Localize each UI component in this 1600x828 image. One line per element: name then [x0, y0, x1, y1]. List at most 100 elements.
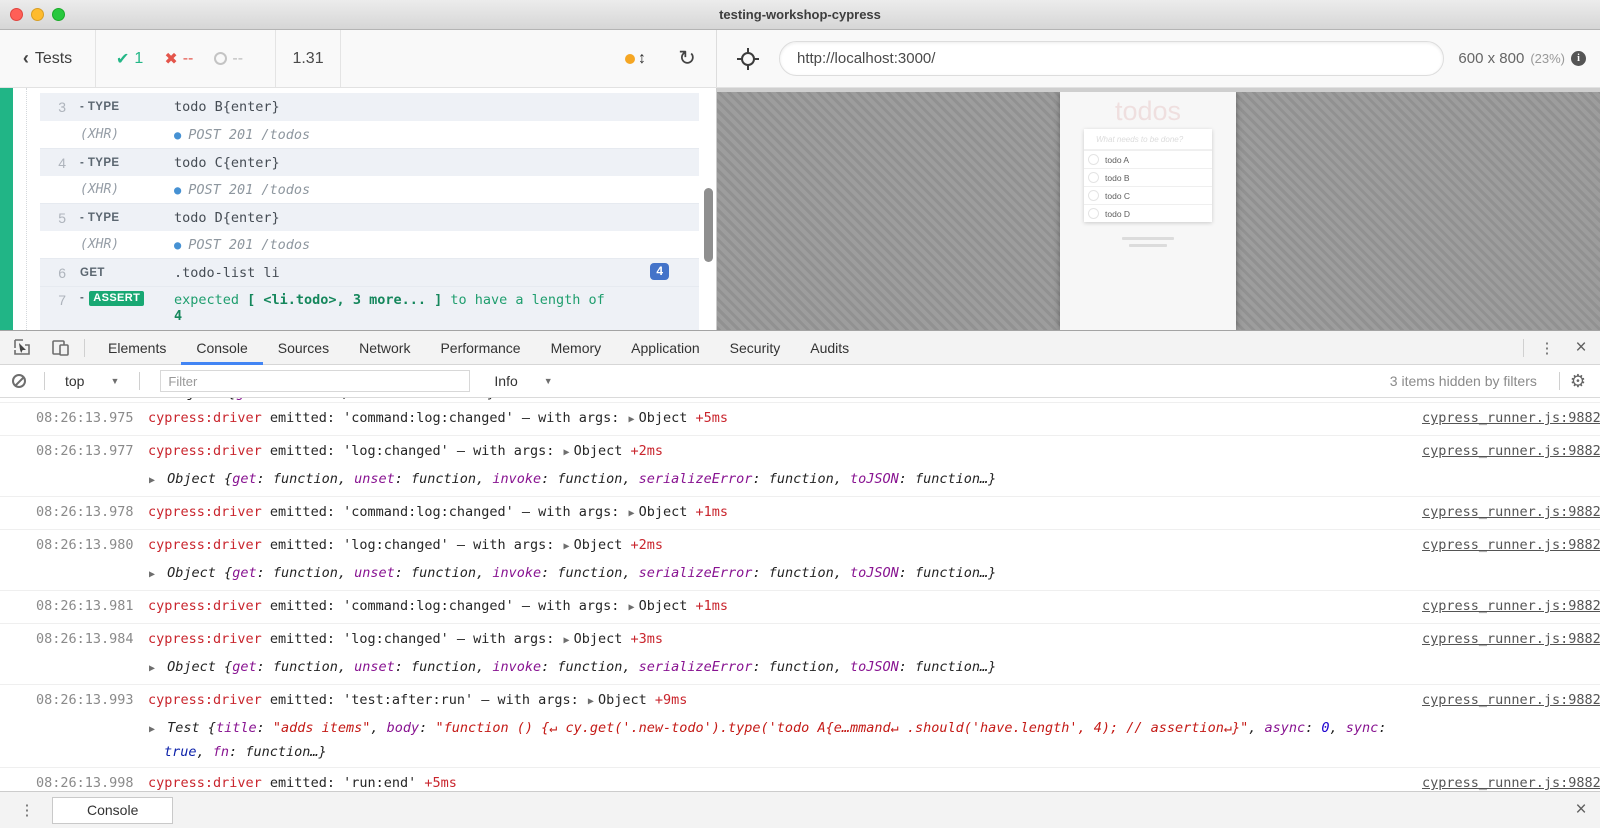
viewport-size: 600 x 800	[1458, 50, 1524, 67]
todo-item[interactable]: todo D	[1084, 204, 1212, 222]
log-message: cypress:driver emitted: 'log:changed' – …	[148, 624, 1412, 656]
device-toolbar-button[interactable]	[44, 335, 76, 361]
log-timestamp: 08:26:13.998	[36, 768, 148, 791]
object-preview[interactable]: ▶ Object {get: function, unset: function…	[148, 656, 1412, 684]
source-link[interactable]: cypress_runner.js:9882	[1422, 497, 1600, 527]
drawer-statusbar: ⋮ Console ×	[0, 791, 1600, 828]
log-row[interactable]: 08:26:13.993 cypress:driver emitted: 'te…	[0, 685, 1600, 768]
xhr-row[interactable]: (XHR) ●POST 201 /todos	[40, 121, 699, 148]
xhr-dot-icon: ●	[174, 238, 181, 252]
command-method: - TYPE	[80, 212, 174, 224]
url-bar[interactable]: http://localhost:3000/	[779, 41, 1444, 76]
log-row[interactable]: 08:26:13.980 cypress:driver emitted: 'lo…	[0, 530, 1600, 591]
command-row-get[interactable]: 6 GET .todo-list li 4	[40, 258, 699, 286]
todo-item[interactable]: todo C	[1084, 186, 1212, 204]
clear-console-icon[interactable]	[12, 374, 26, 388]
command-method: - TYPE	[80, 101, 174, 113]
back-to-tests-label: Tests	[35, 50, 72, 68]
test-passed-bar	[0, 88, 13, 330]
todo-checkbox[interactable]	[1088, 172, 1099, 183]
command-row[interactable]: 4 - TYPE todo C{enter}	[40, 148, 699, 176]
auto-scroll-toggle[interactable]: ↕	[613, 30, 658, 87]
divider	[1523, 339, 1524, 357]
console-settings-gear-icon[interactable]: ⚙	[1570, 371, 1586, 392]
object-preview[interactable]: ▶ Object {get: function, unset: function…	[148, 562, 1412, 590]
back-to-tests-button[interactable]: ‹ Tests	[0, 30, 96, 87]
devtools-close-button[interactable]: ×	[1562, 337, 1600, 359]
drawer-close-button[interactable]: ×	[1562, 799, 1600, 821]
todo-card: What needs to be done? todo A todo B tod…	[1084, 129, 1212, 222]
log-row[interactable]: 08:26:13.998 cypress:driver emitted: 'ru…	[0, 768, 1600, 791]
command-number: 3	[40, 99, 66, 115]
passed-count: 1	[134, 50, 143, 68]
log-row[interactable]: 08:26:13.977 cypress:driver emitted: 'lo…	[0, 436, 1600, 497]
drawer-tab-console[interactable]: Console	[52, 797, 173, 824]
xhr-method: (XHR)	[80, 237, 174, 252]
tab-security[interactable]: Security	[715, 331, 796, 365]
new-todo-input[interactable]: What needs to be done?	[1084, 129, 1212, 150]
todo-checkbox[interactable]	[1088, 190, 1099, 201]
log-message: cypress:driver emitted: 'command:log:cha…	[148, 403, 1412, 435]
todo-item[interactable]: todo B	[1084, 168, 1212, 186]
xhr-row[interactable]: (XHR) ● POST 201 /todos	[40, 231, 699, 258]
command-row[interactable]: 5 - TYPE todo D{enter}	[40, 203, 699, 231]
source-link[interactable]: cypress_runner.js:9882	[1422, 530, 1600, 560]
todo-item[interactable]: todo A	[1084, 150, 1212, 168]
command-method: GET	[80, 267, 174, 279]
tab-elements[interactable]: Elements	[93, 331, 181, 365]
passed-check-icon: ✔	[116, 49, 129, 69]
object-preview[interactable]: ▶ Object {get: function, unset: function…	[148, 468, 1412, 496]
tab-sources[interactable]: Sources	[263, 331, 344, 365]
xhr-row[interactable]: (XHR) ●POST 201 /todos	[40, 176, 699, 203]
viewport-info-icon[interactable]: i	[1571, 51, 1586, 66]
source-link[interactable]: cypress_runner.js:9882	[1422, 768, 1600, 791]
todo-checkbox[interactable]	[1088, 154, 1099, 165]
tab-application[interactable]: Application	[616, 331, 715, 365]
close-window-button[interactable]	[10, 8, 23, 21]
tab-console[interactable]: Console	[181, 331, 262, 365]
source-link[interactable]: cypress_runner.js:9882	[1422, 624, 1600, 654]
log-timestamp: 08:26:13.977	[36, 436, 148, 466]
inspect-element-button[interactable]	[6, 335, 38, 361]
xhr-message: POST 201 /todos	[188, 182, 310, 198]
console-filter-input[interactable]	[160, 370, 470, 392]
log-row[interactable]: 08:26:13.978 cypress:driver emitted: 'co…	[0, 497, 1600, 530]
back-chevron-icon: ‹	[23, 48, 29, 69]
restart-tests-button[interactable]: ↻	[658, 30, 716, 87]
context-select[interactable]: top ▼	[53, 373, 131, 389]
xhr-message: POST 201 /todos	[188, 237, 310, 253]
source-link[interactable]: cypress_runner.js:9882	[1422, 685, 1600, 715]
pending-circle-icon	[214, 52, 227, 65]
command-log-scrollbar[interactable]	[704, 188, 713, 262]
log-message: cypress:driver emitted: 'log:changed' – …	[148, 436, 1412, 468]
inspect-cursor-icon	[14, 339, 31, 356]
tab-memory[interactable]: Memory	[536, 331, 617, 365]
command-row[interactable]: 3 - TYPE todo B{enter}	[40, 93, 699, 121]
tab-network[interactable]: Network	[344, 331, 425, 365]
command-method: - TYPE	[80, 157, 174, 169]
log-row[interactable]: 08:26:13.984 cypress:driver emitted: 'lo…	[0, 624, 1600, 685]
log-row[interactable]: 08:26:13.975 cypress:driver emitted: 'co…	[0, 403, 1600, 436]
source-link[interactable]: cypress_runner.js:9882	[1422, 436, 1600, 466]
selector-playground-button[interactable]	[717, 48, 779, 70]
drawer-menu-button[interactable]: ⋮	[12, 801, 42, 819]
minimize-window-button[interactable]	[31, 8, 44, 21]
devtools-menu-button[interactable]: ⋮	[1532, 339, 1562, 357]
source-link[interactable]: cypress_runner.js:9882	[1422, 591, 1600, 621]
assert-row[interactable]: 7 -ASSERT expected [ <li.todo>, 3 more..…	[40, 286, 699, 330]
app-footer-line	[1122, 237, 1174, 240]
test-object-preview[interactable]: ▶ Test {title: "adds items", body: "func…	[148, 717, 1412, 767]
log-row[interactable]: 08:26:13.981 cypress:driver emitted: 'co…	[0, 591, 1600, 624]
log-timestamp: 08:26:13.980	[36, 530, 148, 560]
tab-audits[interactable]: Audits	[795, 331, 864, 365]
command-number: 4	[40, 155, 66, 171]
pending-count: --	[232, 50, 243, 68]
source-link[interactable]: cypress_runner.js:9882	[1422, 403, 1600, 433]
todo-checkbox[interactable]	[1088, 208, 1099, 219]
log-level-select[interactable]: Info ▼	[482, 373, 564, 389]
failed-x-icon: ✖	[164, 49, 177, 69]
hook-indent-line	[26, 88, 27, 330]
updown-arrow-icon: ↕	[638, 50, 646, 68]
zoom-window-button[interactable]	[52, 8, 65, 21]
tab-performance[interactable]: Performance	[425, 331, 535, 365]
